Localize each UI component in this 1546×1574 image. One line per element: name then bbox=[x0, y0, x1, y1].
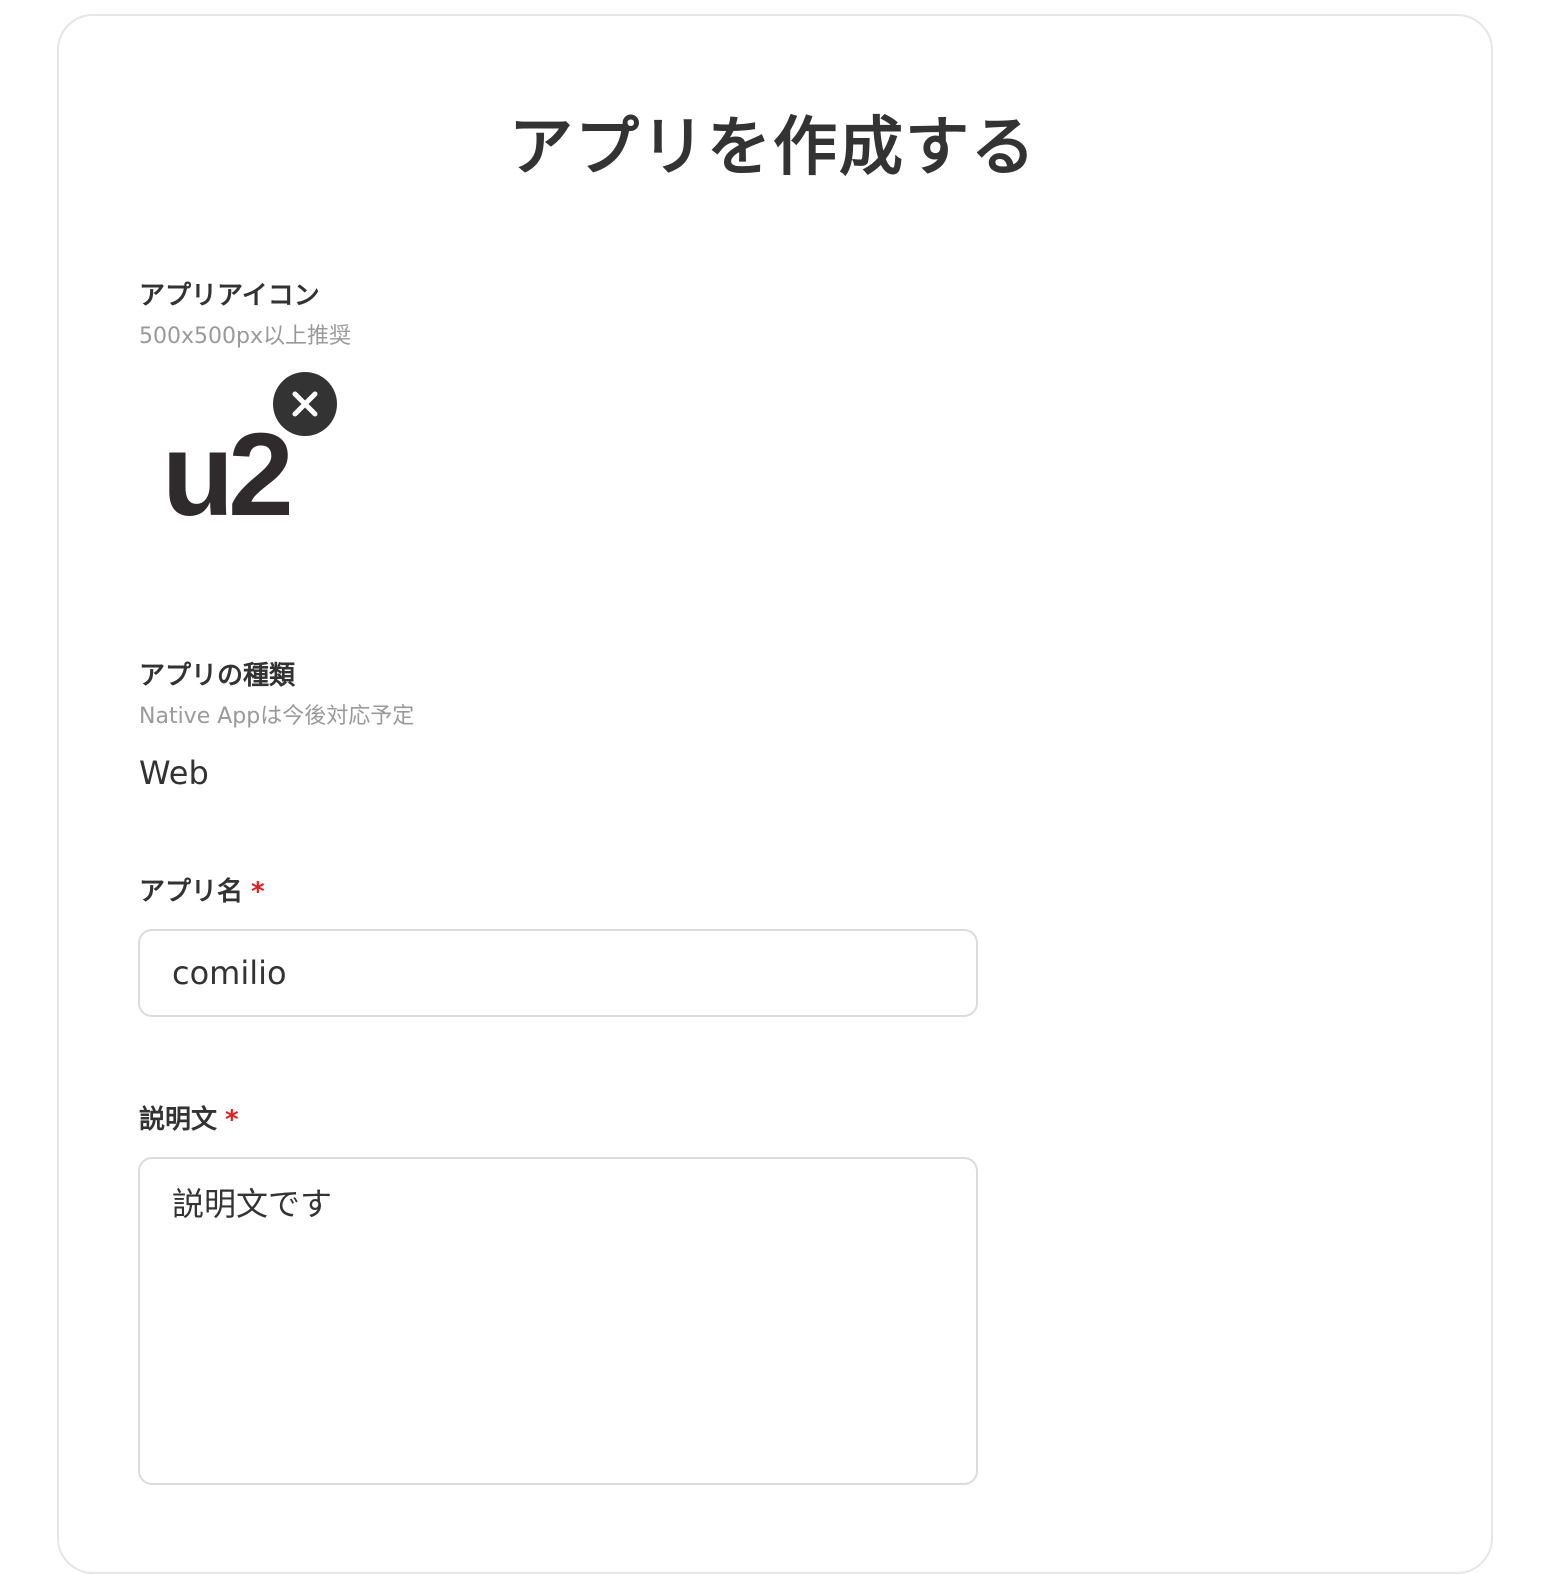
app-icon-hint: 500x500px以上推奨 bbox=[139, 324, 351, 349]
description-label: 説明文 * bbox=[139, 1102, 239, 1138]
app-type-hint: Native Appは今後対応予定 bbox=[139, 704, 415, 729]
required-mark: * bbox=[251, 877, 265, 907]
close-icon bbox=[292, 391, 318, 417]
remove-icon-button[interactable] bbox=[273, 372, 337, 436]
app-type-label-text: アプリの種類 bbox=[139, 661, 296, 691]
description-label-text: 説明文 bbox=[139, 1105, 218, 1135]
app-type-label: アプリの種類 bbox=[139, 658, 295, 694]
app-type-value: Web bbox=[139, 754, 209, 792]
app-icon-label: アプリアイコン bbox=[139, 278, 320, 314]
app-icon-image: u2 bbox=[162, 409, 294, 541]
app-icon-preview[interactable]: u2 bbox=[150, 372, 340, 541]
app-name-input[interactable] bbox=[138, 929, 978, 1017]
app-name-label-text: アプリ名 bbox=[139, 877, 244, 907]
app-name-label: アプリ名 * bbox=[139, 874, 265, 910]
app-icon-label-text: アプリアイコン bbox=[139, 281, 320, 311]
required-mark: * bbox=[225, 1105, 239, 1135]
description-textarea[interactable]: 説明文です bbox=[138, 1157, 978, 1485]
page-title: アプリを作成する bbox=[509, 111, 1037, 185]
